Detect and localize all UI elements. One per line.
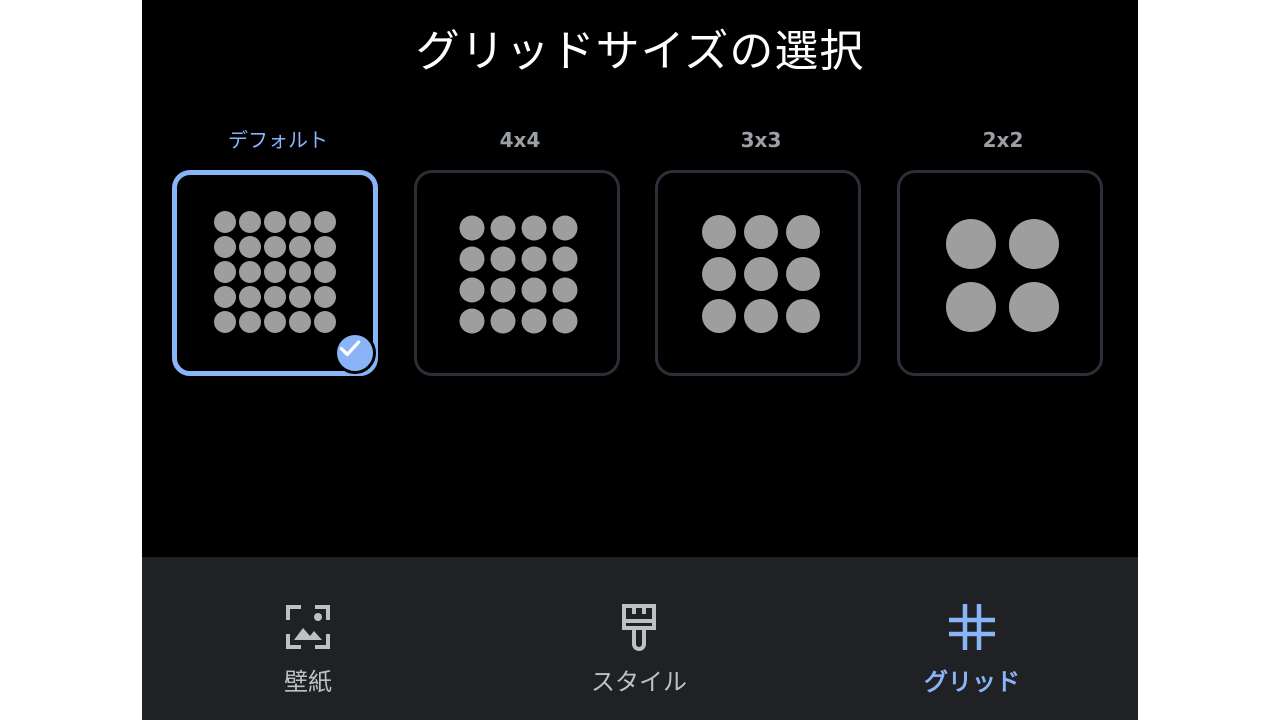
grid-option-label: 3x3	[740, 128, 782, 152]
grid-option-4x4[interactable]: 4x4	[414, 125, 626, 376]
grid-option-label: 2x2	[982, 128, 1024, 152]
grid-option-label: デフォルト	[228, 128, 328, 152]
grid-preview-tile[interactable]	[414, 170, 620, 376]
bottom-navigation: 壁紙 スタイル グリッド	[142, 557, 1138, 720]
page-title: グリッドサイズの選択	[415, 26, 865, 77]
grid-icon	[947, 602, 997, 652]
selected-check-icon	[334, 332, 376, 374]
nav-label: 壁紙	[284, 668, 332, 696]
nav-label: スタイル	[591, 668, 687, 696]
nav-item-grid[interactable]: グリッド	[872, 557, 1072, 720]
nav-label: グリッド	[924, 668, 1020, 696]
paintbrush-icon	[614, 602, 664, 652]
nav-item-style[interactable]: スタイル	[539, 557, 739, 720]
grid-option-label: 4x4	[499, 128, 541, 152]
grid-preview-tile[interactable]	[172, 170, 378, 376]
grid-option-3x3[interactable]: 3x3	[655, 125, 867, 376]
wallpaper-icon	[283, 602, 333, 652]
grid-preview-tile[interactable]	[655, 170, 861, 376]
grid-preview-tile[interactable]	[897, 170, 1103, 376]
grid-preview-dots	[459, 215, 578, 334]
grid-size-screen: グリッドサイズの選択 デフォルト 4x4 3x3 2x2 壁紙 スタイル グリッ…	[142, 0, 1138, 720]
nav-item-wallpaper[interactable]: 壁紙	[208, 557, 408, 720]
grid-option-default[interactable]: デフォルト	[172, 125, 384, 376]
grid-preview-dots	[946, 219, 1059, 332]
grid-option-2x2[interactable]: 2x2	[897, 125, 1109, 376]
grid-preview-dots	[702, 215, 820, 333]
